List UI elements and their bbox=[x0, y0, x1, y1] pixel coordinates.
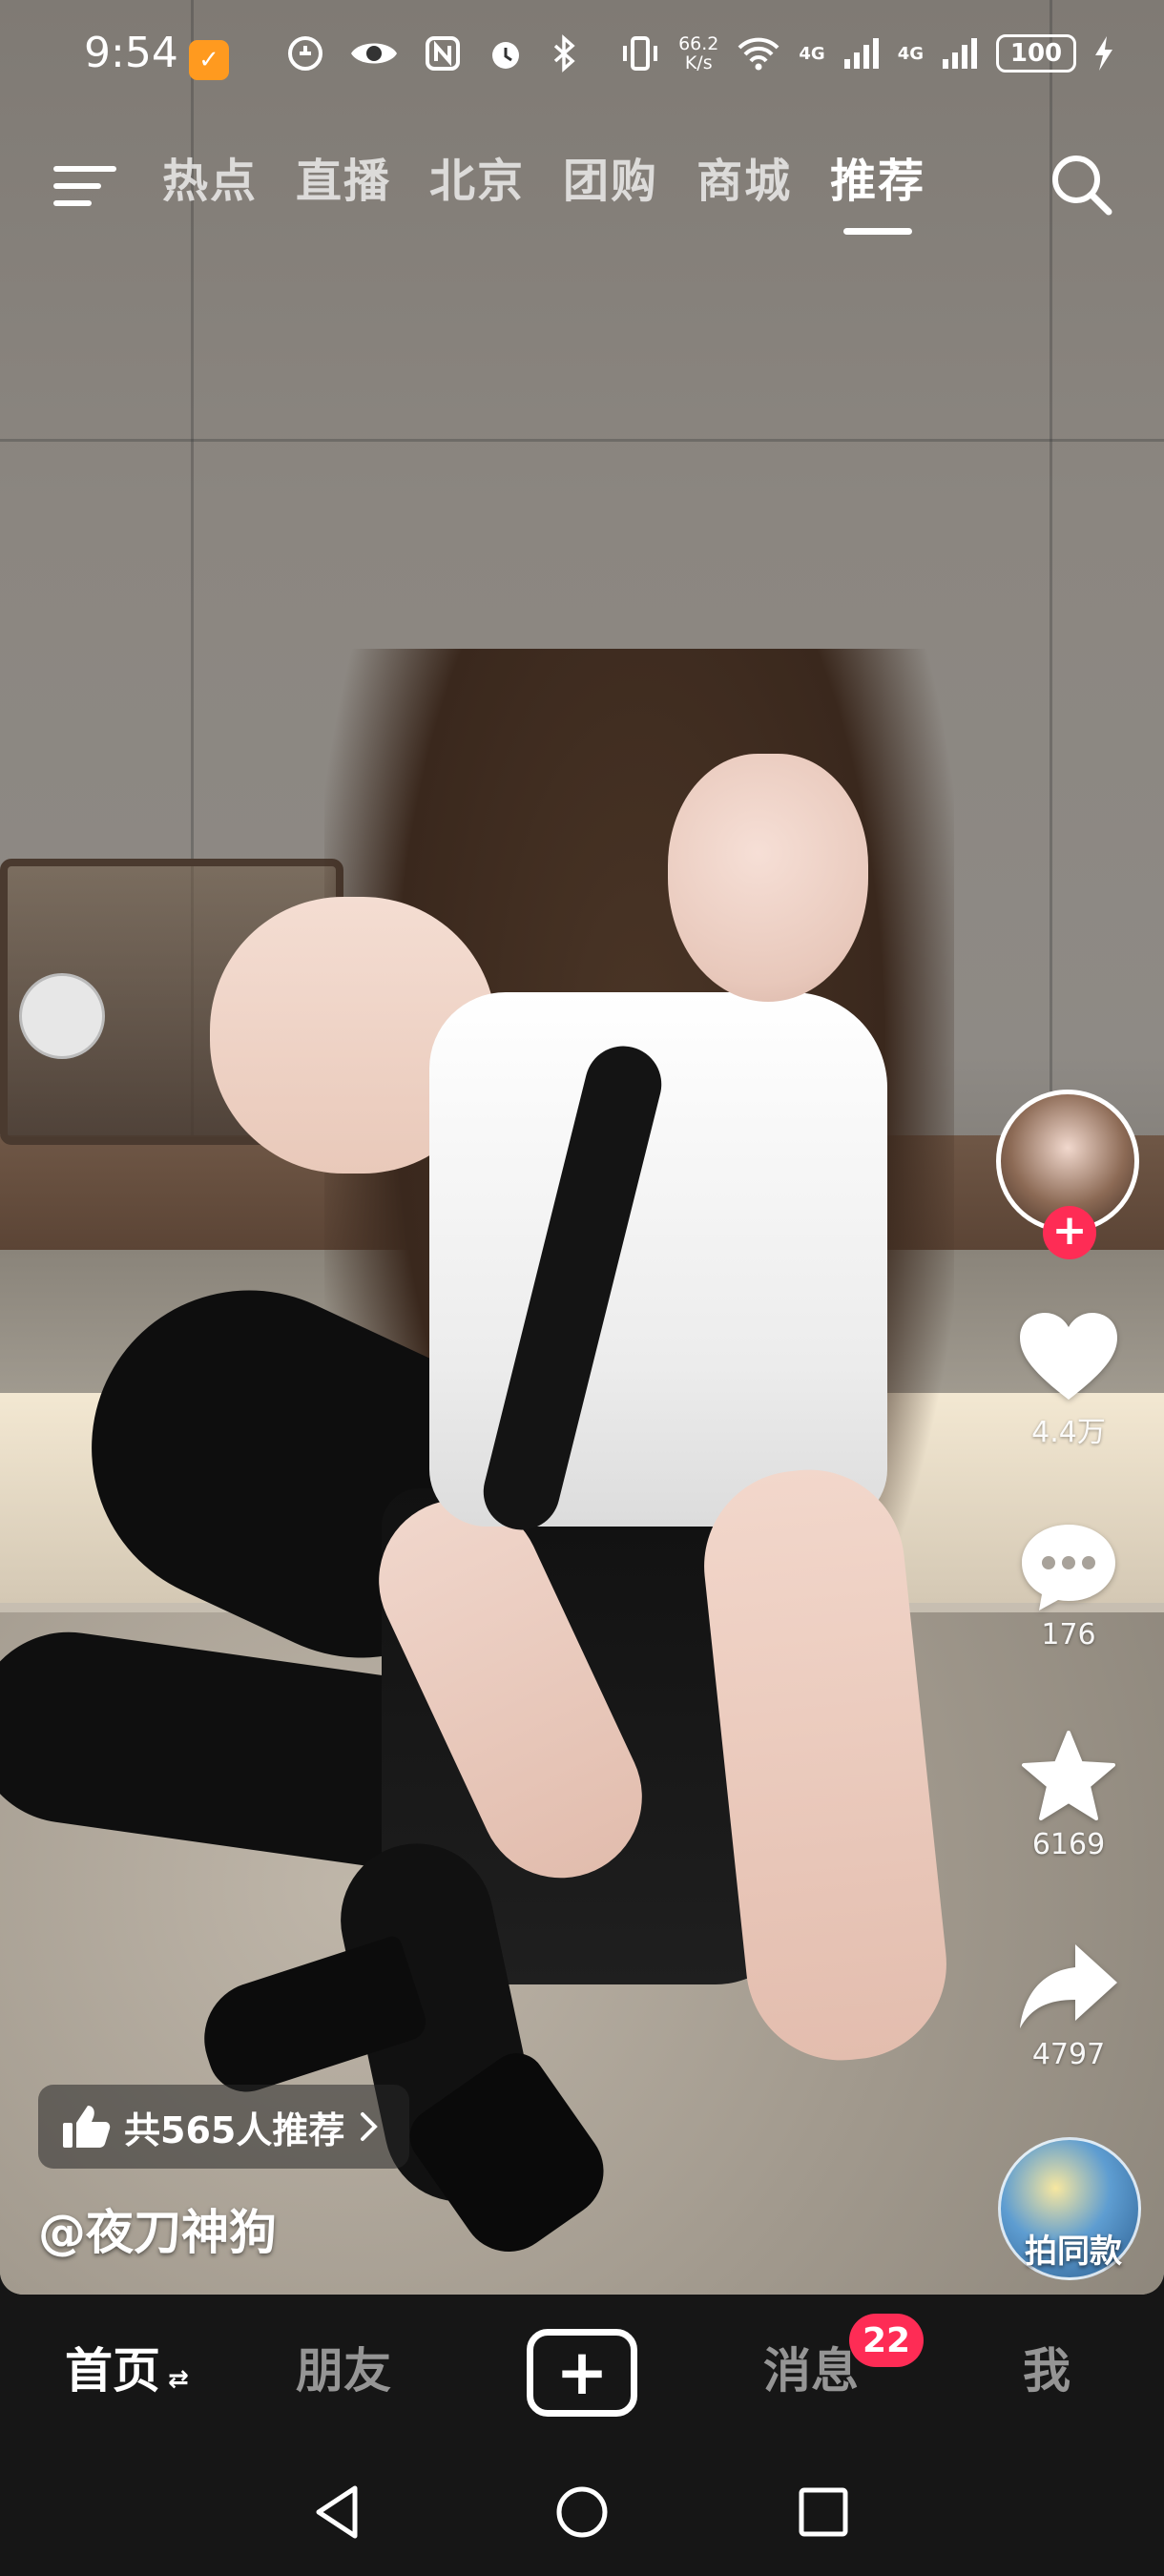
tab-friends[interactable]: 朋友 bbox=[296, 2333, 391, 2401]
top-nav: 热点 直播 北京 团购 商城 推荐 bbox=[0, 143, 1164, 248]
person-face bbox=[668, 754, 868, 1002]
recommend-pill[interactable]: 共565人推荐 bbox=[38, 2085, 410, 2169]
switch-icon: ⇄ bbox=[168, 2365, 189, 2394]
wall-seam bbox=[0, 439, 1164, 442]
tab-messages[interactable]: 消息 bbox=[763, 2333, 859, 2401]
vibrate-icon bbox=[623, 36, 658, 71]
recents-icon[interactable] bbox=[790, 2479, 857, 2545]
like-action[interactable]: 4.4万 bbox=[992, 1309, 1145, 1450]
recommend-text: 共565人推荐 bbox=[124, 2109, 345, 2151]
favorite-action[interactable]: 6169 bbox=[992, 1729, 1145, 1861]
nfc-icon bbox=[426, 36, 460, 71]
network-speed-value: 66.2 bbox=[678, 33, 719, 54]
bluetooth-icon bbox=[553, 34, 575, 73]
share-action[interactable]: 4797 bbox=[992, 1939, 1145, 2071]
author-name[interactable]: @夜刀神狗 bbox=[38, 2194, 277, 2263]
status-icons-right: 66.2 K/s 4G 4G 100 bbox=[619, 31, 1114, 76]
app-notification-icon: ✓ bbox=[189, 40, 229, 80]
like-count: 4.4万 bbox=[1031, 1416, 1106, 1449]
bottom-tab-bar: 首页 ⇄ 朋友 + 消息 22 我 bbox=[0, 2295, 1164, 2452]
tab-hot[interactable]: 热点 bbox=[162, 143, 258, 219]
status-icons-left bbox=[286, 31, 578, 76]
search-icon[interactable] bbox=[1048, 151, 1114, 218]
network-speed: 66.2 K/s bbox=[678, 34, 718, 73]
network-speed-unit: K/s bbox=[684, 52, 713, 73]
tab-group-buy[interactable]: 团购 bbox=[563, 143, 658, 219]
bag-tag bbox=[19, 973, 105, 1059]
status-time: 9:54 bbox=[84, 29, 178, 77]
feed-tabs: 热点 直播 北京 团购 商城 推荐 bbox=[162, 143, 925, 235]
messages-badge: 22 bbox=[849, 2314, 925, 2367]
signal-icon bbox=[943, 38, 977, 69]
same-style-button[interactable]: 拍同款 bbox=[1002, 2225, 1145, 2272]
eye-icon bbox=[351, 43, 397, 64]
signal-label: 4G bbox=[897, 43, 924, 64]
wifi-icon bbox=[738, 37, 779, 71]
heart-icon[interactable] bbox=[1016, 1309, 1121, 1404]
favorite-count: 6169 bbox=[1031, 1828, 1106, 1861]
share-arrow-icon[interactable] bbox=[1016, 1939, 1121, 2034]
plus-icon: + bbox=[555, 2336, 609, 2409]
menu-icon[interactable] bbox=[53, 158, 116, 212]
video-player[interactable] bbox=[0, 0, 1164, 2295]
comment-action[interactable]: 176 bbox=[992, 1519, 1145, 1652]
star-icon[interactable] bbox=[1016, 1729, 1121, 1824]
tab-local-city[interactable]: 北京 bbox=[429, 143, 525, 219]
thumbs-up-icon bbox=[63, 2106, 111, 2148]
charging-icon bbox=[1095, 36, 1112, 71]
tab-me[interactable]: 我 bbox=[1023, 2333, 1070, 2401]
signal-icon bbox=[843, 38, 879, 69]
back-icon[interactable] bbox=[305, 2479, 372, 2545]
tab-home[interactable]: 首页 ⇄ bbox=[65, 2333, 189, 2401]
comment-count: 176 bbox=[1041, 1618, 1096, 1652]
home-icon[interactable] bbox=[549, 2479, 615, 2545]
tab-recommended[interactable]: 推荐 bbox=[830, 143, 925, 235]
chevron-right-icon bbox=[361, 2112, 379, 2141]
system-nav-bar bbox=[0, 2452, 1164, 2576]
signal-label: 4G bbox=[799, 43, 825, 64]
tab-live[interactable]: 直播 bbox=[296, 143, 391, 219]
tab-home-label: 首页 bbox=[65, 2343, 160, 2399]
battery-indicator: 100 bbox=[996, 34, 1076, 73]
publish-button[interactable]: + bbox=[527, 2329, 637, 2417]
comment-icon[interactable] bbox=[1016, 1519, 1121, 1614]
alarm-icon bbox=[492, 42, 519, 69]
follow-button[interactable]: + bbox=[1043, 1206, 1096, 1259]
data-saver-icon bbox=[288, 36, 322, 71]
status-bar: 9:54 ✓ 66.2 K/s 4G 4G 100 bbox=[0, 0, 1164, 114]
share-count: 4797 bbox=[1031, 2038, 1106, 2071]
tab-mall[interactable]: 商城 bbox=[696, 143, 792, 219]
